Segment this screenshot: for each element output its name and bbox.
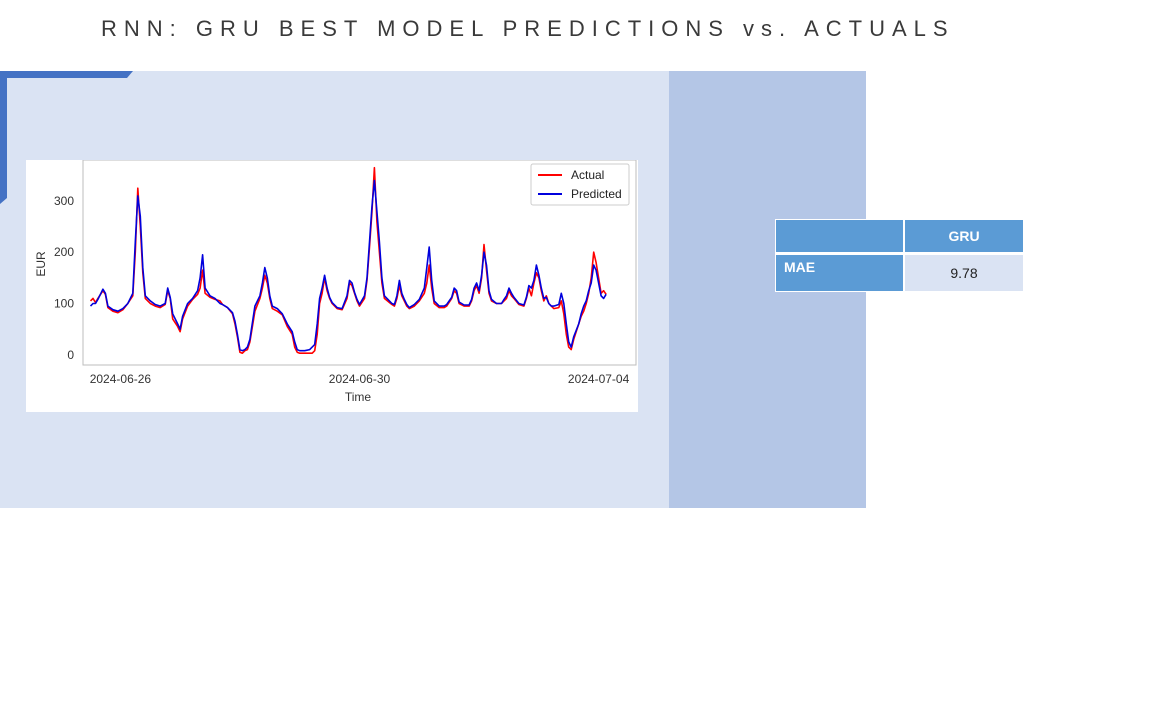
x-axis-label: Time — [345, 390, 372, 404]
header-blank-cell — [775, 219, 904, 253]
y-tick-label: 200 — [54, 245, 74, 259]
metrics-table-header-row: GRU — [775, 219, 1024, 253]
x-tick-label: 2024-07-04 — [568, 372, 630, 386]
series-line-predicted — [89, 179, 607, 352]
chart-svg: 0 100 200 300 2024-06-26 2024-06-30 2024-07-0… — [34, 160, 637, 404]
y-axis-label: EUR — [34, 251, 48, 277]
chart-lines-layer — [89, 166, 607, 354]
metrics-row-mae: MAE 9.78 — [775, 254, 1024, 292]
y-tick-label: 0 — [67, 348, 74, 362]
x-tick-label: 2024-06-26 — [90, 372, 152, 386]
legend-label-predicted: Predicted — [571, 187, 622, 201]
x-ticks: 2024-06-26 2024-06-30 2024-07-04 — [90, 372, 630, 386]
legend-label-actual: Actual — [571, 168, 604, 182]
x-tick-label: 2024-06-30 — [329, 372, 391, 386]
y-tick-label: 100 — [54, 297, 74, 311]
prediction-chart: 0 100 200 300 2024-06-26 2024-06-30 2024-07-0… — [26, 160, 638, 412]
header-gru-cell: GRU — [904, 219, 1024, 253]
series-line-actual — [89, 166, 607, 354]
metrics-table: GRU MAE 9.78 — [775, 219, 1024, 292]
mae-label-cell: MAE — [775, 254, 904, 292]
y-tick-label: 300 — [54, 194, 74, 208]
slide-title: RNN: GRU BEST MODEL PREDICTIONS vs. ACTU… — [101, 16, 955, 41]
mae-value-cell: 9.78 — [904, 254, 1024, 292]
y-ticks: 0 100 200 300 — [54, 194, 74, 362]
chart-legend: Actual Predicted — [530, 163, 630, 206]
